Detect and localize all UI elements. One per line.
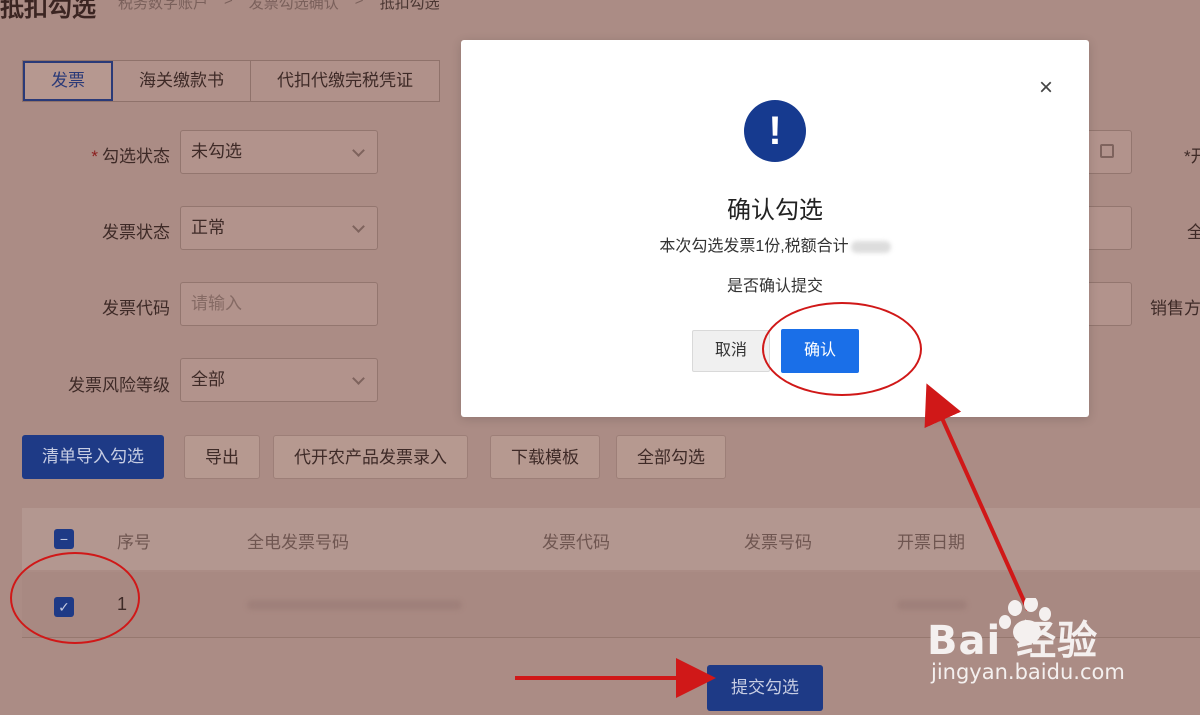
watermark-url: jingyan.baidu.com: [931, 660, 1125, 684]
page-background: 抵扣勾选 税务数字账户 > 发票勾选确认 > 抵扣勾选 发票 海关缴款书 代扣代…: [0, 0, 1200, 715]
baidu-jingyan-watermark: Bai 经验 jingyan.baidu.com: [905, 588, 1200, 715]
watermark-brand: Bai 经验: [927, 618, 1099, 664]
arrow-to-confirm: [924, 383, 1030, 611]
